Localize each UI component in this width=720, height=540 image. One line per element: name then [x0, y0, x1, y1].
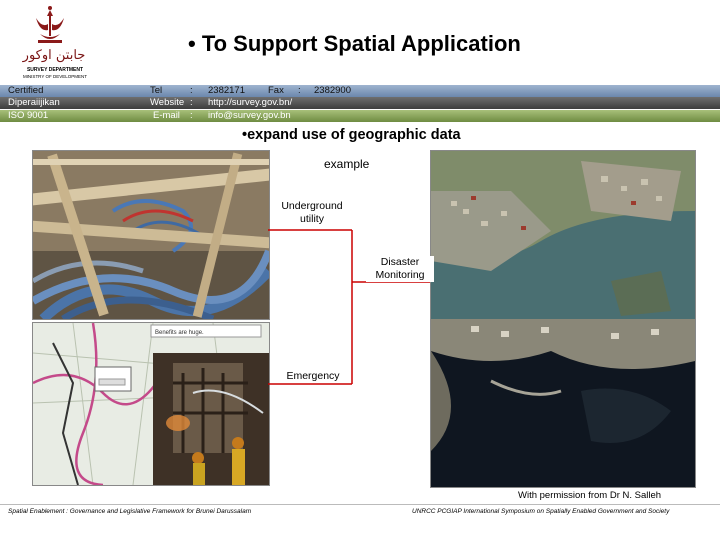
permission-credit: With permission from Dr N. Salleh [518, 490, 662, 501]
email-label: E-mail [153, 110, 180, 121]
aerial-disaster-imagery [430, 150, 696, 488]
underground-cables-photo [32, 150, 270, 320]
info-band-row1: Certified Tel : 2382171 Fax : 2382900 [0, 85, 720, 97]
website-link[interactable]: http://survey.gov.bn/ [208, 97, 292, 109]
diperaiijikan-label: Diperaiijikan [8, 97, 60, 108]
ministry-name: MINISTRY OF DEVELOPMENT [22, 74, 88, 79]
tel-label: Tel [150, 85, 163, 96]
info-band-row3: ISO 9001 E-mail : info@survey.gov.bn [0, 110, 720, 122]
slide-title: • To Support Spatial Application [188, 31, 521, 56]
fax-colon: : [298, 85, 301, 96]
info-band-row2: Diperaiijikan Website : http://survey.go… [0, 97, 720, 109]
tel-value: 2382171 [208, 85, 245, 96]
footer-right-text: UNRCC PCGIAP International Symposium on … [412, 508, 670, 515]
department-jawi-wordmark: جابتن اوكور [22, 48, 86, 63]
example-label: example [324, 157, 370, 171]
iso-label: ISO 9001 [8, 110, 49, 121]
footer-divider [0, 504, 720, 505]
brunei-crest-icon [36, 6, 64, 43]
bullet-point: •expand use of geographic data [242, 127, 461, 143]
underground-utility-label: Underground utility [272, 200, 352, 226]
website-colon: : [190, 97, 193, 108]
footer-left-text: Spatial Enablement : Governance and Legi… [8, 508, 252, 515]
disaster-monitoring-label: Disaster Monitoring [366, 256, 434, 282]
tel-colon: : [190, 85, 193, 96]
slide-title-text: To Support Spatial Application [201, 31, 521, 56]
website-label: Website [150, 97, 185, 108]
fax-value: 2382900 [314, 85, 351, 96]
fax-label: Fax [268, 85, 284, 96]
map-popup-text: Benefits are huge. [155, 330, 204, 336]
certified-label: Certified [8, 85, 44, 96]
emergency-map-and-fire-photo: Benefits are huge. [32, 322, 270, 486]
email-colon: : [190, 110, 193, 121]
bullet-text: expand use of geographic data [247, 127, 461, 143]
email-link[interactable]: info@survey.gov.bn [208, 110, 291, 122]
department-name: SURVEY DEPARTMENT [26, 67, 84, 73]
emergency-label: Emergency [278, 370, 348, 383]
